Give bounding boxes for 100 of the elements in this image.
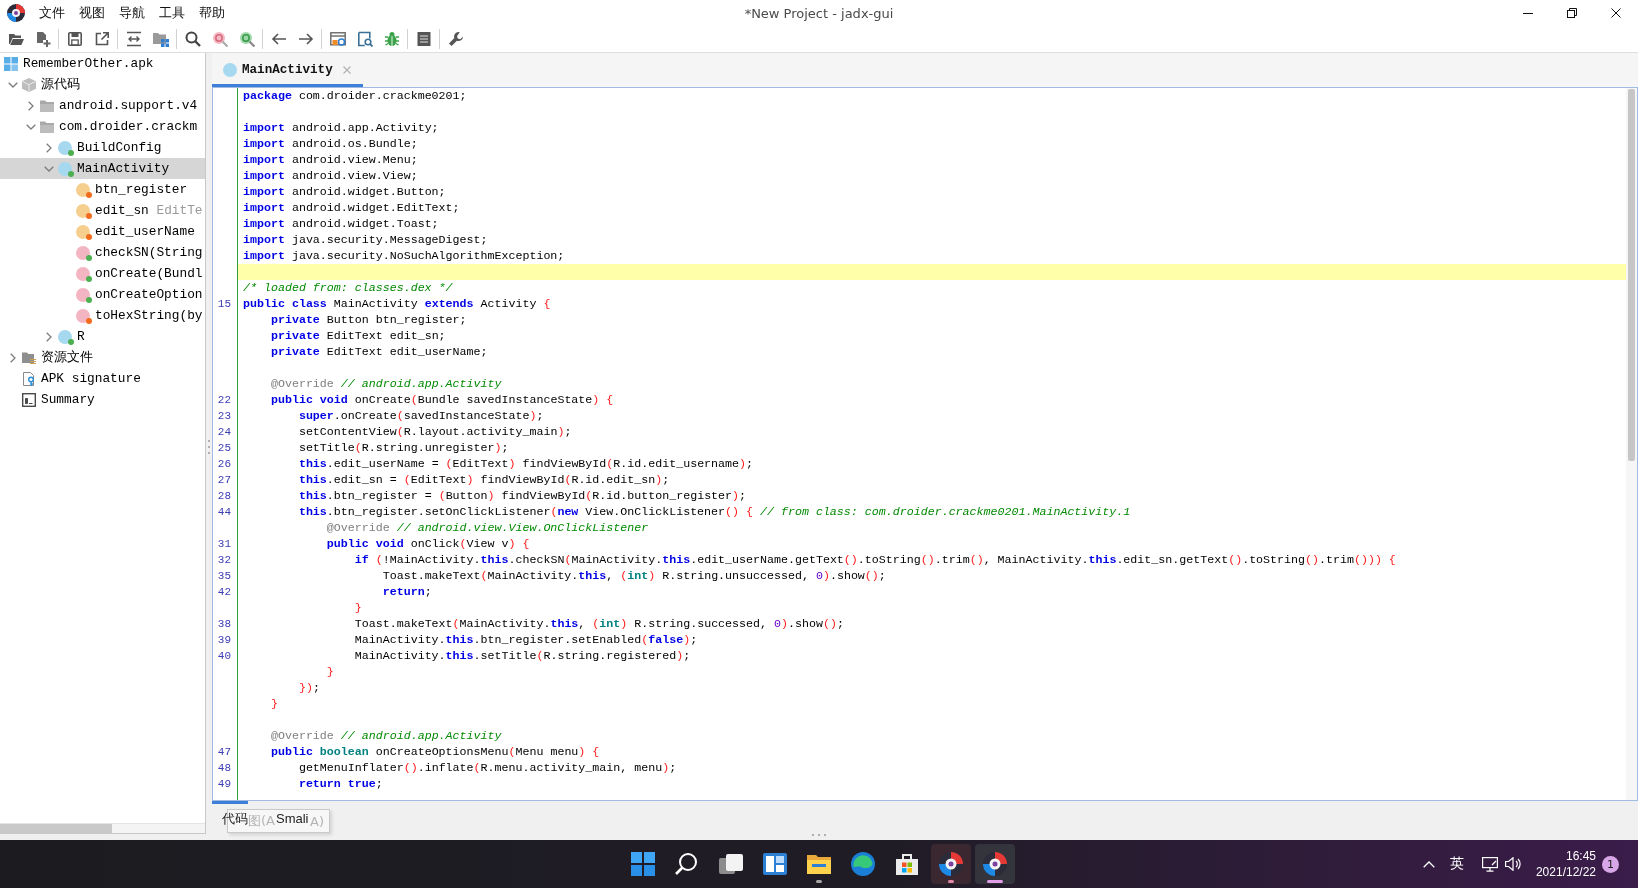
code-line: MainActivity.this.btn_register.setEnabled(false); (354, 633, 698, 646)
tree-item[interactable]: onCreate(Bundl (0, 263, 205, 284)
chevron-right-icon[interactable] (46, 331, 52, 342)
menu-item[interactable]: 导航 (112, 3, 152, 23)
tree-item[interactable]: 资源文件 (0, 347, 205, 368)
code-line: import java.security.MessageDigest; (243, 233, 488, 246)
notification-count[interactable]: 1 (1602, 855, 1619, 873)
chevron-down-icon[interactable] (44, 165, 54, 172)
close-icon[interactable] (1611, 8, 1621, 18)
method-icon (76, 308, 90, 323)
tree-item[interactable]: toHexString(by (0, 305, 205, 326)
line-number: 32 (217, 554, 231, 566)
export-icon[interactable] (93, 31, 110, 47)
tree-item[interactable]: R (0, 326, 205, 347)
network-icon[interactable] (1481, 856, 1498, 872)
code-line: } (354, 601, 362, 614)
chevron-down-icon[interactable] (26, 123, 36, 130)
volume-icon[interactable] (1504, 857, 1521, 871)
chevron-up-icon[interactable] (1422, 860, 1435, 868)
save-icon[interactable] (66, 31, 83, 47)
type-hint: EditTe (156, 203, 203, 218)
menu-item[interactable]: 工具 (152, 3, 192, 23)
arrow-right-icon[interactable] (297, 31, 314, 47)
code-line: } (270, 697, 278, 710)
line-number: 48 (217, 762, 231, 774)
tree-item[interactable]: checkSN(String (0, 242, 205, 263)
window-icon[interactable] (329, 31, 346, 47)
tree-item[interactable]: edit_sn EditTe (0, 200, 205, 221)
expand-width-icon[interactable] (125, 31, 142, 47)
code-line: this.edit_userName = (EditText) findViewById(R.id.edit_username); (298, 457, 754, 470)
widgets-icon[interactable] (763, 852, 787, 876)
code-line: public boolean onCreateOptionsMenu(Menu menu) { (270, 745, 600, 758)
code-line: private EditText edit_sn; (270, 329, 446, 342)
tree-item[interactable]: com.droider.crackm (0, 116, 205, 137)
code-line: setTitle(R.string.unregister); (298, 441, 509, 454)
add-file-icon[interactable] (34, 31, 51, 47)
tree-item[interactable]: android.support.v4 (0, 95, 205, 116)
tree-item[interactable]: 源代码 (0, 74, 205, 95)
code-line: } (326, 665, 334, 678)
line-number: 39 (217, 634, 231, 646)
document-search-icon[interactable] (356, 31, 373, 47)
chevron-right-icon[interactable] (10, 352, 16, 363)
tree-item[interactable]: BuildConfig (0, 137, 205, 158)
arrow-left-icon[interactable] (270, 31, 287, 47)
view-tab[interactable]: Smali (276, 801, 309, 833)
start-icon[interactable] (631, 852, 655, 876)
class-icon (58, 329, 72, 344)
list-icon[interactable] (415, 31, 432, 47)
code-line: import android.widget.Toast; (243, 217, 439, 230)
scrollbar-thumb[interactable] (0, 824, 112, 833)
code-line: super.onCreate(savedInstanceState); (298, 409, 544, 422)
shopping-bag-icon[interactable] (895, 852, 919, 876)
window-title: *New Project - jadx-gui (744, 5, 894, 21)
line-number: 15 (217, 298, 231, 310)
minimize-icon[interactable] (1523, 12, 1533, 14)
tree-item[interactable]: onCreateOption (0, 284, 205, 305)
app-icon[interactable] (983, 852, 1007, 876)
tree-item[interactable]: MainActivity (0, 158, 205, 179)
code-line: Toast.makeText(MainActivity.this, (int) R.string.unsuccessed, 0).show(); (382, 569, 886, 582)
line-number: 24 (217, 426, 231, 438)
taskbar-button[interactable] (975, 844, 1015, 884)
folder-grid-icon[interactable] (152, 31, 169, 47)
browser-icon[interactable] (851, 852, 875, 876)
line-number: 47 (217, 746, 231, 758)
chevron-right-icon[interactable] (28, 100, 34, 111)
open-folder-icon[interactable] (7, 31, 24, 47)
tree-item[interactable]: RememberOther.apk (0, 53, 205, 74)
code-line: private Button btn_register; (270, 313, 467, 326)
code-line: return true; (298, 777, 383, 790)
chevron-right-icon[interactable] (46, 142, 52, 153)
line-number: 27 (217, 474, 231, 486)
code-line: if (!MainActivity.this.checkSN(MainActivity.this.edit_userName.getText().toString().trim(), MainActivity.this.edit_sn.getText().toString().trim())) { (354, 553, 1396, 566)
grid-icon (4, 56, 18, 71)
wrench-icon[interactable] (447, 31, 464, 47)
tree-item[interactable]: APK signature (0, 368, 205, 389)
chevron-down-icon[interactable] (8, 81, 18, 88)
folder-icon (40, 119, 54, 134)
overlapping-windows-icon[interactable] (719, 852, 743, 876)
restore-icon[interactable] (1567, 8, 1577, 18)
menu-item[interactable]: 视图 (72, 3, 112, 23)
code-line: this.btn_register.setOnClickListener(new View.OnClickListener() { // from class: com.droider.crackme0201.MainActivity.1 (298, 505, 1131, 518)
code-line: MainActivity.this.setTitle(R.string.registered); (354, 649, 691, 662)
menu-item[interactable]: 文件 (32, 3, 72, 23)
scrollbar-thumb[interactable] (1628, 89, 1635, 461)
tree-item[interactable]: Summary (0, 389, 205, 410)
taskbar-button[interactable] (931, 844, 971, 884)
tree-item[interactable]: btn_register (0, 179, 205, 200)
bug-icon[interactable] (383, 31, 400, 47)
cube-icon (22, 77, 36, 92)
search-icon[interactable] (675, 852, 699, 876)
code-line: this.btn_register = (Button) findViewById(R.id.button_register); (298, 489, 747, 502)
app-icon[interactable] (939, 852, 963, 876)
vertical-scrollbar[interactable] (1626, 88, 1637, 800)
line-number: 40 (217, 650, 231, 662)
search-icon[interactable] (184, 31, 201, 47)
input-method[interactable]: 英 (1449, 855, 1464, 873)
horizontal-scrollbar[interactable] (0, 823, 205, 833)
tree-item[interactable]: edit_userName (0, 221, 205, 242)
folder-icon[interactable] (807, 852, 831, 876)
menu-item[interactable]: 帮助 (192, 3, 232, 23)
